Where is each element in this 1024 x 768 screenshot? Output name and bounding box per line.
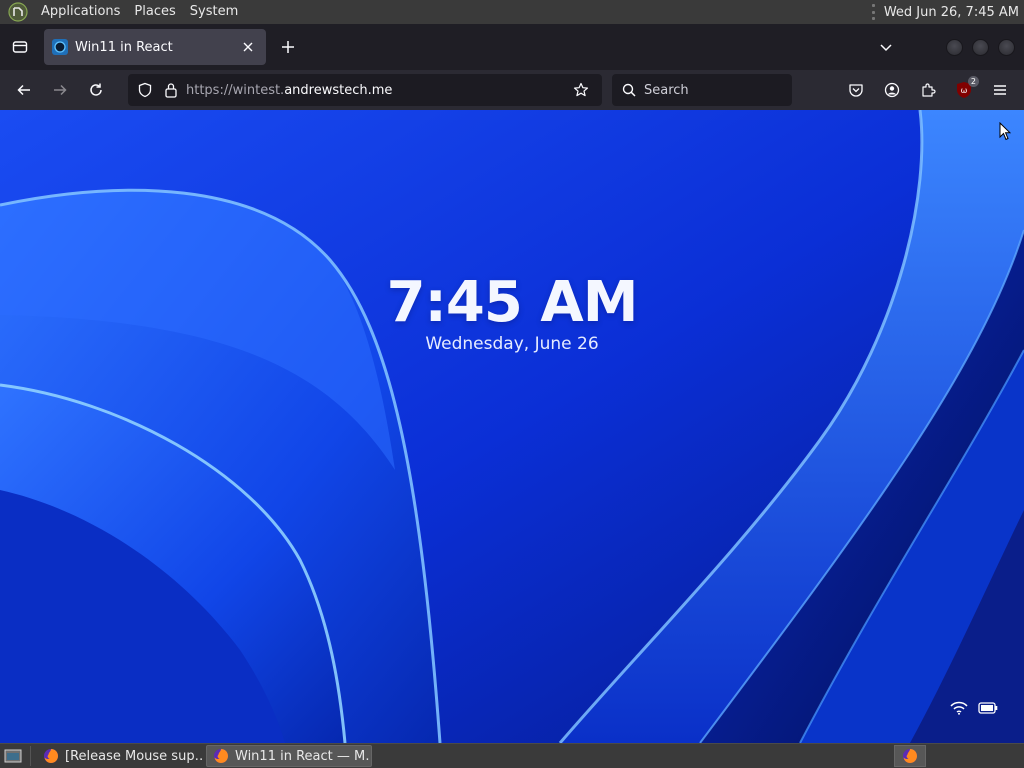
site-security-button[interactable] <box>160 79 182 101</box>
top-panel: Applications Places System Wed Jun 26, 7… <box>0 0 1024 24</box>
list-all-tabs-icon <box>12 41 28 53</box>
tracking-protection-button[interactable] <box>134 79 156 101</box>
new-tab-button[interactable] <box>272 31 304 63</box>
list-tabs-dropdown[interactable] <box>870 31 902 63</box>
ublock-button[interactable]: ω 2 <box>946 74 982 106</box>
url-text[interactable]: https://wintest.andrewstech.me <box>186 83 570 98</box>
search-placeholder: Search <box>644 82 689 98</box>
tab-bar: Win11 in React <box>0 24 1024 70</box>
firefox-icon <box>44 749 58 763</box>
firefox-icon <box>903 749 917 763</box>
lock-screen-date: Wednesday, June 26 <box>425 334 599 354</box>
tab-win11-in-react[interactable]: Win11 in React <box>44 29 266 65</box>
taskbar-window-win11-in-react[interactable]: Win11 in React — M… <box>206 745 372 767</box>
account-icon <box>884 82 900 98</box>
taskbar-window-release-mouse[interactable]: [Release Mouse sup… <box>37 745 203 767</box>
shield-icon <box>138 82 152 98</box>
panel-handle-icon <box>871 4 876 20</box>
mouse-cursor-icon <box>999 122 1011 141</box>
bookmark-button[interactable] <box>570 79 592 101</box>
star-icon <box>573 82 589 97</box>
menu-system[interactable]: System <box>183 0 245 24</box>
wifi-icon <box>950 701 968 715</box>
extensions-icon <box>922 83 936 97</box>
panel-separator <box>30 746 31 766</box>
battery-icon <box>978 702 998 714</box>
url-scheme: https:// <box>186 82 233 98</box>
reload-button[interactable] <box>80 74 112 106</box>
navigation-toolbar: https://wintest.andrewstech.me Search ω … <box>0 70 1024 110</box>
url-host: andrewstech.me <box>284 82 393 98</box>
app-menu-button[interactable] <box>982 74 1018 106</box>
chevron-down-icon <box>880 44 892 52</box>
plus-icon <box>282 41 294 53</box>
ublock-badge: 2 <box>967 76 979 87</box>
search-icon <box>620 81 638 99</box>
minimize-button[interactable] <box>946 38 963 56</box>
panel-clock[interactable]: Wed Jun 26, 7:45 AM <box>884 5 1019 20</box>
back-arrow-icon <box>17 84 30 96</box>
lock-icon <box>165 83 177 98</box>
favicon-icon <box>52 39 68 55</box>
main-menu: Applications Places System <box>0 0 245 24</box>
search-bar[interactable]: Search <box>612 74 792 106</box>
url-subdomain: wintest. <box>232 82 285 98</box>
close-icon <box>243 42 253 52</box>
reload-icon <box>90 83 102 96</box>
tab-title: Win11 in React <box>75 39 173 55</box>
maximize-button[interactable] <box>972 38 989 56</box>
forward-button[interactable] <box>44 74 76 106</box>
bottom-panel: [Release Mouse sup… Win11 in React — M… <box>0 743 1024 768</box>
hamburger-menu-icon <box>994 85 1006 95</box>
back-button[interactable] <box>8 74 40 106</box>
list-all-tabs-button[interactable] <box>4 31 36 63</box>
menu-applications[interactable]: Applications <box>34 0 127 24</box>
close-tab-button[interactable] <box>238 37 258 57</box>
web-page-content[interactable]: 7:45 AM Wednesday, June 26 <box>0 110 1024 743</box>
bloom-wallpaper <box>0 110 1024 743</box>
address-bar[interactable]: https://wintest.andrewstech.me <box>128 74 602 106</box>
firefox-icon <box>214 749 228 763</box>
extensions-button[interactable] <box>910 74 946 106</box>
close-window-button[interactable] <box>998 38 1015 56</box>
mint-logo-icon[interactable] <box>8 2 28 22</box>
taskbar-window-label: Win11 in React — M… <box>235 748 372 764</box>
workspace-switcher[interactable] <box>894 745 926 767</box>
menu-places[interactable]: Places <box>127 0 182 24</box>
show-desktop-button[interactable] <box>2 746 24 766</box>
lock-screen-time: 7:45 AM <box>386 270 639 335</box>
toolbar-actions: ω 2 <box>838 74 1018 106</box>
taskbar-window-label: [Release Mouse sup… <box>65 748 203 764</box>
pocket-icon <box>849 84 863 97</box>
lock-screen-status-icons <box>940 701 998 715</box>
show-desktop-icon <box>4 749 22 763</box>
account-button[interactable] <box>874 74 910 106</box>
pocket-button[interactable] <box>838 74 874 106</box>
forward-arrow-icon <box>54 84 67 96</box>
svg-text:ω: ω <box>961 86 968 95</box>
